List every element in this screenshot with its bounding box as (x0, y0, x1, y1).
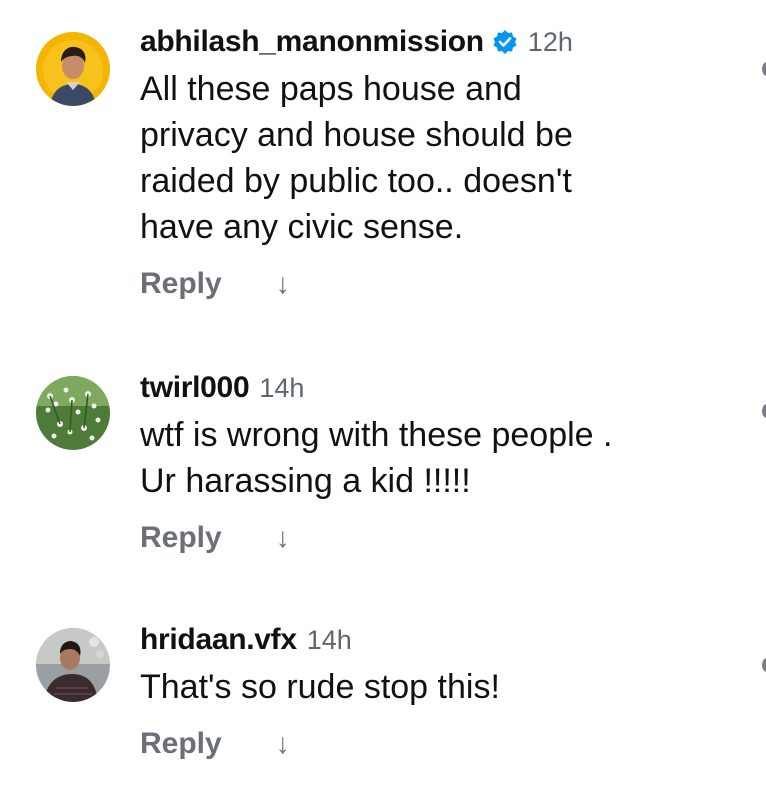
timestamp: 12h (527, 26, 573, 57)
edge-handle-icon (762, 658, 766, 672)
comment-actions: Reply ↓ (140, 518, 726, 558)
comment-text: All these paps house and privacy and hou… (140, 70, 573, 246)
comment-meta: abhilash_manonmission 12h (140, 22, 726, 62)
timestamp: 14h (306, 624, 352, 655)
down-arrow-icon[interactable]: ↓ (276, 728, 290, 760)
profile-photo-icon (36, 376, 110, 450)
reply-button[interactable]: Reply (140, 727, 222, 761)
comment-content: hridaan.vfx 14h That's so rude stop this… (140, 620, 726, 764)
username[interactable]: twirl000 (140, 371, 250, 405)
reply-button[interactable]: Reply (140, 267, 222, 301)
timestamp: 14h (259, 372, 305, 403)
comment-text: That's so rude stop this! (140, 668, 500, 706)
username[interactable]: abhilash_manonmission (140, 25, 484, 59)
username[interactable]: hridaan.vfx (140, 623, 297, 657)
comment-content: twirl000 14h wtf is wrong with these peo… (140, 368, 726, 558)
avatar[interactable] (36, 376, 110, 450)
comment-actions: Reply ↓ (140, 264, 726, 304)
comment-meta: twirl000 14h (140, 368, 726, 408)
edge-handle-icon (762, 62, 766, 76)
comment-actions: Reply ↓ (140, 724, 726, 764)
profile-photo-icon (36, 628, 110, 702)
comment-text: wtf is wrong with these people . Ur hara… (140, 416, 613, 500)
profile-photo-icon (36, 32, 110, 106)
comment-meta: hridaan.vfx 14h (140, 620, 726, 660)
edge-handle-icon (762, 404, 766, 418)
avatar[interactable] (36, 628, 110, 702)
down-arrow-icon[interactable]: ↓ (276, 268, 290, 300)
down-arrow-icon[interactable]: ↓ (276, 522, 290, 554)
reply-button[interactable]: Reply (140, 521, 222, 555)
comment-content: abhilash_manonmission 12h All these paps… (140, 22, 726, 304)
avatar[interactable] (36, 32, 110, 106)
verified-badge-icon (492, 29, 518, 55)
